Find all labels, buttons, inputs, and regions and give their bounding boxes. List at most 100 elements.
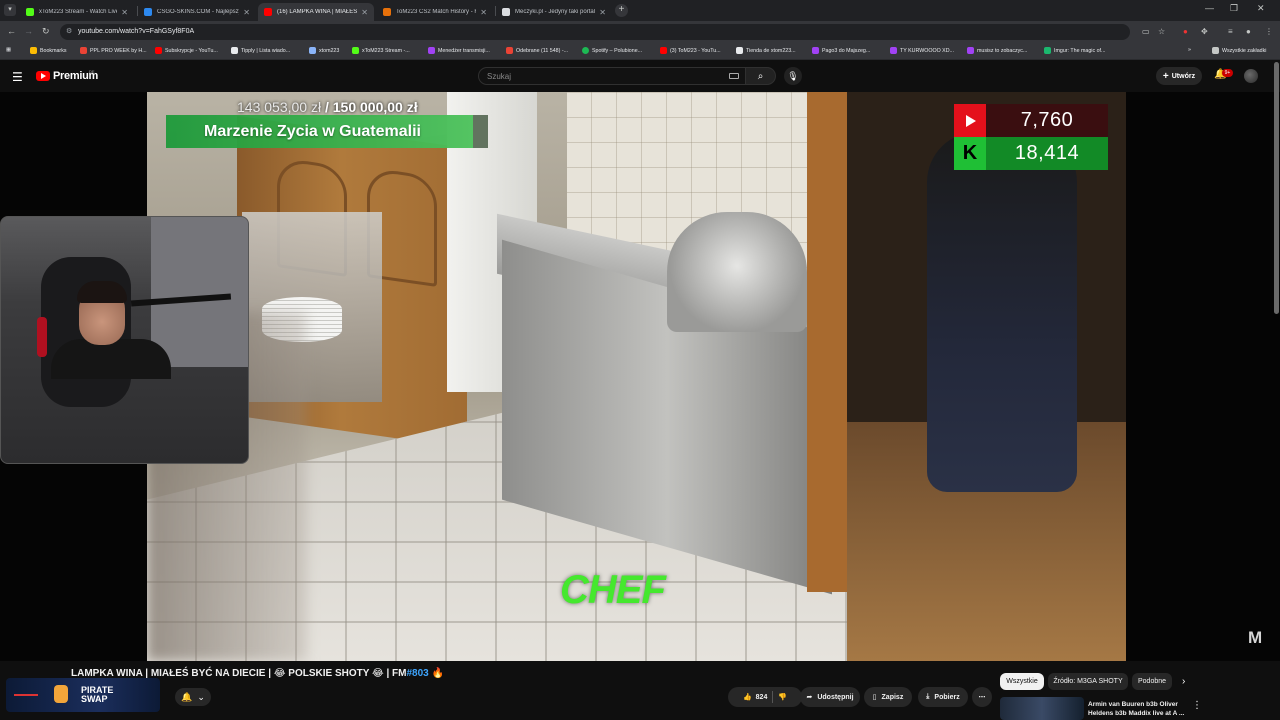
hamburger-menu-icon[interactable]: ☰ bbox=[12, 70, 23, 84]
video-info-area: LAMPKA WINA | MIAŁEŚ BYĆ NA DIECIE | 😂 P… bbox=[0, 661, 1280, 720]
media-controls-icon[interactable]: ≡ bbox=[1228, 27, 1233, 36]
bookmark-item[interactable]: xtom223 bbox=[309, 47, 339, 54]
webcam-background bbox=[151, 217, 248, 367]
tab-close-icon[interactable]: ✕ bbox=[121, 8, 128, 17]
youtube-play-icon bbox=[954, 104, 986, 137]
hashtag-link[interactable]: #803 bbox=[406, 668, 428, 679]
kick-viewer-count: 18,414 bbox=[1014, 142, 1080, 164]
bookmark-item[interactable]: Odebrane (11 548) -... bbox=[506, 47, 568, 54]
search-input[interactable]: Szukaj bbox=[478, 67, 746, 85]
bookmark-icon: ▯ bbox=[872, 694, 877, 701]
youtube-logo-icon[interactable] bbox=[36, 71, 50, 81]
subscription-bell-button[interactable]: 🔔 ⌄ bbox=[175, 688, 211, 706]
browser-tab[interactable]: ToM223 CS2 Match History - F ✕ bbox=[377, 3, 493, 21]
apps-grid-icon[interactable]: ▦ bbox=[6, 47, 11, 53]
bookmark-favicon-icon bbox=[890, 47, 897, 54]
webcam-chair-accent bbox=[37, 317, 47, 357]
site-info-icon[interactable]: ⚙ bbox=[66, 27, 72, 35]
search-button[interactable]: ⌕ bbox=[746, 67, 776, 85]
youtube-viewer-count: 7,760 bbox=[1020, 109, 1074, 131]
like-button[interactable]: 👍 824 bbox=[743, 693, 768, 702]
bookmark-item[interactable]: PPL PRO WEEK by H... bbox=[80, 47, 147, 54]
region-code: DE bbox=[89, 69, 95, 74]
save-button[interactable]: ▯ Zapisz bbox=[864, 687, 912, 707]
recommended-video-menu-icon[interactable]: ⋮ bbox=[1192, 700, 1202, 711]
minimize-icon[interactable]: — bbox=[1205, 3, 1214, 13]
site-favicon-icon bbox=[383, 8, 391, 16]
url-text[interactable]: youtube.com/watch?v=FahGSyf8F0A bbox=[78, 28, 194, 35]
keyboard-icon[interactable] bbox=[729, 73, 739, 79]
channel-watermark[interactable]: M bbox=[1248, 628, 1262, 648]
bookmark-item[interactable]: musisz to zobaczyc... bbox=[967, 47, 1027, 54]
chip-related[interactable]: Podobne bbox=[1132, 673, 1172, 690]
account-avatar[interactable] bbox=[1244, 69, 1258, 83]
star-icon bbox=[30, 47, 37, 54]
kick-favicon-icon bbox=[26, 8, 34, 16]
bookmark-item[interactable]: Subskrypcje - YouTu... bbox=[155, 47, 218, 54]
browser-menu-icon[interactable]: ⋮ bbox=[1265, 27, 1273, 36]
new-tab-button[interactable]: + bbox=[615, 4, 628, 17]
back-icon[interactable]: ← bbox=[7, 26, 16, 36]
reload-icon[interactable]: ↻ bbox=[42, 26, 50, 37]
create-button[interactable]: + Utwórz bbox=[1156, 67, 1202, 85]
bookmark-item[interactable]: Bookmarks bbox=[30, 47, 67, 54]
browser-tab-active[interactable]: (16) LAMPKA WINA | MIAŁEŚ B ✕ bbox=[258, 3, 374, 21]
all-bookmarks-folder[interactable]: Wszystkie zakładki bbox=[1212, 47, 1266, 54]
chip-all[interactable]: Wszystkie bbox=[1000, 673, 1044, 690]
extensions-puzzle-icon[interactable]: ✥ bbox=[1201, 27, 1208, 36]
search-placeholder: Szukaj bbox=[487, 72, 512, 81]
bookmark-item[interactable]: TY KURWOOOO XD... bbox=[890, 47, 954, 54]
chip-source[interactable]: Źródło: M3GA SHOTY bbox=[1048, 673, 1128, 690]
like-count: 824 bbox=[755, 693, 768, 701]
more-horizontal-icon: ⋯ bbox=[978, 694, 986, 701]
bookmark-star-icon[interactable]: ☆ bbox=[1158, 27, 1165, 36]
close-window-icon[interactable]: ✕ bbox=[1257, 3, 1265, 14]
browser-tab[interactable]: Meczyki.pl - Jedyny taki portal ✕ bbox=[496, 3, 612, 21]
bookmark-item[interactable]: Tienda de xtom223... bbox=[736, 47, 796, 54]
install-app-icon[interactable]: ▭ bbox=[1142, 27, 1150, 36]
streamer-webcam bbox=[0, 216, 249, 464]
chevron-right-icon[interactable]: › bbox=[1182, 676, 1185, 687]
voice-search-button[interactable]: 🎙 bbox=[784, 67, 802, 85]
bookmark-item[interactable]: xToM223 Stream -... bbox=[352, 47, 410, 54]
browser-tab[interactable]: xToM223 Stream - Watch Live ✕ bbox=[20, 3, 134, 21]
bookmark-item[interactable]: Spotify – Polubione... bbox=[582, 47, 642, 54]
extension-icon[interactable]: ● bbox=[1183, 27, 1188, 36]
forward-icon[interactable]: → bbox=[24, 26, 33, 36]
tab-search-button[interactable]: ▾ bbox=[4, 4, 16, 16]
browser-tab[interactable]: CSGO-SKINS.COM - Najlepszy ✕ bbox=[138, 3, 256, 21]
bookmarks-overflow-icon[interactable]: » bbox=[1188, 47, 1191, 53]
bookmarks-bar: ▦ Bookmarks PPL PRO WEEK by H... Subskry… bbox=[0, 43, 1280, 60]
profile-avatar-icon[interactable]: ● bbox=[1246, 27, 1251, 36]
download-button[interactable]: ⤓ Pobierz bbox=[918, 687, 968, 707]
tab-close-icon[interactable]: ✕ bbox=[480, 8, 487, 17]
webcam-streamer-body bbox=[51, 339, 171, 379]
youtube-favicon-icon bbox=[660, 47, 667, 54]
kick-viewer-counter: K 18,414 bbox=[954, 137, 1108, 170]
page-scrollbar[interactable] bbox=[1274, 62, 1279, 314]
bookmark-favicon-icon bbox=[80, 47, 87, 54]
sponsor-banner[interactable]: PIRATE SWAP bbox=[6, 678, 160, 712]
tab-close-icon[interactable]: ✕ bbox=[599, 8, 606, 17]
address-bar[interactable]: ⚙ youtube.com/watch?v=FahGSyf8F0A bbox=[60, 24, 1130, 40]
bookmark-item[interactable]: Imgur: The magic of... bbox=[1044, 47, 1105, 54]
more-actions-button[interactable]: ⋯ bbox=[972, 687, 992, 707]
bookmark-item[interactable]: Tipply | Lista wiado... bbox=[231, 47, 290, 54]
maximize-icon[interactable]: ❐ bbox=[1230, 3, 1238, 14]
download-icon: ⤓ bbox=[926, 693, 930, 700]
dislike-button[interactable]: 👎 bbox=[778, 693, 787, 701]
tab-title: (16) LAMPKA WINA | MIAŁEŚ B bbox=[277, 9, 358, 15]
tab-title: ToM223 CS2 Match History - F bbox=[396, 9, 477, 15]
share-button[interactable]: ➦ Udostępnij bbox=[800, 687, 860, 707]
recommended-video-title[interactable]: Armin van Buuren b3b Oliver Heldens b3b … bbox=[1088, 700, 1188, 718]
video-player[interactable]: 143 053,00 zł / 150 000,00 zł Marzenie Z… bbox=[0, 92, 1280, 661]
recommended-video-thumbnail[interactable] bbox=[1000, 697, 1084, 720]
bookmark-favicon-icon bbox=[428, 47, 435, 54]
bookmark-item[interactable]: Pago3 do Majszeg... bbox=[812, 47, 870, 54]
video-scene-person bbox=[927, 132, 1077, 492]
browser-tab-strip: ▾ xToM223 Stream - Watch Live ✕ CSGO-SKI… bbox=[0, 0, 1280, 21]
bookmark-item[interactable]: (3) ToM223 - YouTu... bbox=[660, 47, 721, 54]
bookmark-item[interactable]: Menedżer transmisji... bbox=[428, 47, 490, 54]
tab-close-icon[interactable]: ✕ bbox=[361, 8, 368, 17]
tab-close-icon[interactable]: ✕ bbox=[243, 8, 250, 17]
